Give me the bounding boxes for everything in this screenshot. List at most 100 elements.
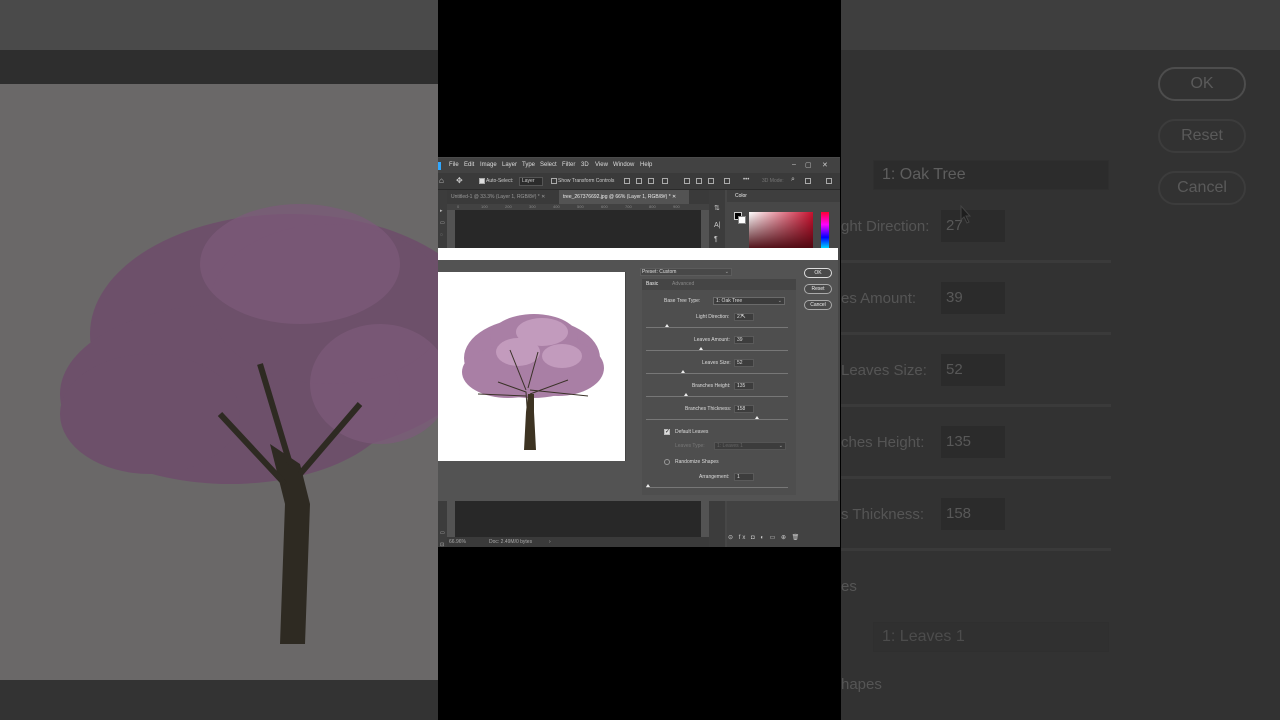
menu-layer[interactable]: Layer [502,162,517,168]
more-options-icon[interactable]: ••• [743,177,749,183]
character-icon[interactable]: A| [714,222,721,229]
tool-icon[interactable]: ▭ [440,220,445,226]
distribute-icon[interactable] [684,178,690,184]
slider-thumb[interactable] [665,324,670,327]
bg-left-topbar [0,0,438,50]
menu-3d[interactable]: 3D [581,162,589,168]
menu-edit[interactable]: Edit [464,162,474,168]
status-bar: 66.96% Doc: 2.49M/0 bytes › [447,537,709,547]
bg-field-label: s Thickness: [841,506,925,523]
menu-file[interactable]: File [449,162,459,168]
light-direction-slider[interactable] [646,324,788,328]
mouse-cursor-icon [960,204,972,225]
layers-footer-icons[interactable]: ⊝ fx ◘ ◐ ▭ ⊕ 🗑 [728,534,838,544]
branches-thickness-input[interactable]: 158 [734,405,754,413]
arrangement-slider[interactable] [646,484,788,488]
tab-tree-image[interactable]: tree_267376692.jpg @ 66% (Layer 1, RGB/8… [559,190,689,204]
status-arrow-icon[interactable]: › [549,539,551,545]
auto-select-dropdown[interactable]: Layer [519,177,543,186]
branches-height-input[interactable]: 135 [734,382,754,390]
branches-height-slider[interactable] [646,393,788,397]
leaves-type-label: Leaves Type: [675,443,705,449]
close-icon[interactable]: ✕ [822,161,828,169]
ruler-tick: 900 [673,204,680,209]
show-transform-checkbox[interactable] [551,178,557,184]
distribute-h-icon[interactable] [708,178,714,184]
color-picker-field[interactable] [749,212,813,250]
distribute-v-icon[interactable] [696,178,702,184]
menu-select[interactable]: Select [540,162,557,168]
leaves-type-select[interactable]: 1: Leaves 1 ⌄ [714,442,786,450]
ruler-tick: 200 [505,204,512,209]
share-icon[interactable] [826,178,832,184]
bg-field-value: 39 [941,282,1005,314]
tree-preview [438,272,626,461]
slider-thumb[interactable] [680,370,685,373]
leaves-size-slider[interactable] [646,370,788,374]
slider-thumb[interactable] [699,347,704,350]
canvas-area-bottom[interactable] [455,501,701,537]
menu-image[interactable]: Image [480,162,497,168]
tab-color[interactable]: Color [735,193,747,199]
default-leaves-checkbox[interactable] [664,428,670,435]
menu-type[interactable]: Type [522,162,535,168]
menu-view[interactable]: View [595,162,608,168]
search-icon[interactable]: ⌕ [791,176,795,184]
tool-icon[interactable]: ▸ [440,208,443,214]
tab-untitled-1[interactable]: Untitled-1 @ 33.3% (Layer 1, RGB/8#) * ✕ [447,190,557,204]
bg-field-value: 135 [941,426,1005,458]
slider-thumb[interactable] [646,484,650,487]
ruler-tick: 600 [601,204,608,209]
home-icon[interactable]: ⌂ [439,176,444,185]
align-left-icon[interactable] [624,178,630,184]
swap-icon[interactable]: ⇅ [714,204,720,212]
base-tree-type-select[interactable]: 1: Oak Tree ⌄ [713,297,785,305]
tree-preview-illustration [462,314,604,450]
bg-right-topbar [841,0,1280,50]
tab-basic[interactable]: Basic [646,281,658,287]
tab-advanced[interactable]: Advanced [672,281,694,287]
canvas-area-top[interactable] [455,210,701,248]
leaves-amount-input[interactable]: 39 [734,336,754,344]
randomize-shapes-checkbox[interactable] [664,459,670,465]
tool-icon[interactable]: ◌ [440,232,443,238]
minimize-icon[interactable]: – [792,161,796,168]
cancel-button[interactable]: Cancel [804,300,832,310]
auto-select-checkbox[interactable] [479,178,485,184]
distribute-spacing-icon[interactable] [724,178,730,184]
maximize-icon[interactable]: ▢ [805,161,812,169]
slider-thumb[interactable] [683,393,688,396]
align-top-icon[interactable] [662,178,668,184]
bg-cancel-button: Cancel [1158,171,1246,205]
leaves-amount-slider[interactable] [646,347,788,351]
align-right-icon[interactable] [648,178,654,184]
menu-window[interactable]: Window [613,162,634,168]
chevron-down-icon: ⌄ [777,298,782,304]
bg-left-bottom [0,680,438,720]
menu-help[interactable]: Help [640,162,652,168]
slider-thumb[interactable] [754,416,759,419]
reset-button[interactable]: Reset [804,284,832,294]
preset-label: Preset: Custom [642,269,677,275]
leaves-size-input[interactable]: 52 [734,359,754,367]
photoshop-window: File Edit Image Layer Type Select Filter… [438,157,840,547]
move-tool-icon[interactable]: ✥ [456,176,463,185]
preset-dropdown[interactable]: Preset: Custom ⌄ [640,268,732,276]
light-direction-label: Light Direction: [696,314,730,320]
paragraph-icon[interactable]: ¶ [714,236,718,243]
bg-left-tree-preview [0,84,438,680]
branches-thickness-slider[interactable] [646,416,788,420]
tree-filter-dialog: Preset: Custom ⌄ OK Reset Cancel Basic A… [438,248,838,501]
arrangement-input[interactable]: 1 [734,473,754,481]
background-swatch[interactable] [738,216,746,224]
hue-slider[interactable] [821,212,829,250]
tool-icon[interactable]: ⊡ [440,542,444,547]
workspace-icon[interactable] [805,178,811,184]
align-center-icon[interactable] [636,178,642,184]
tool-icon[interactable]: ▭ [440,530,445,536]
ruler-tick: 300 [529,204,536,209]
ps-logo-icon [438,162,441,170]
ok-button[interactable]: OK [804,268,832,278]
menu-filter[interactable]: Filter [562,162,575,168]
document-tabs: Untitled-1 @ 33.3% (Layer 1, RGB/8#) * ✕… [447,190,709,204]
